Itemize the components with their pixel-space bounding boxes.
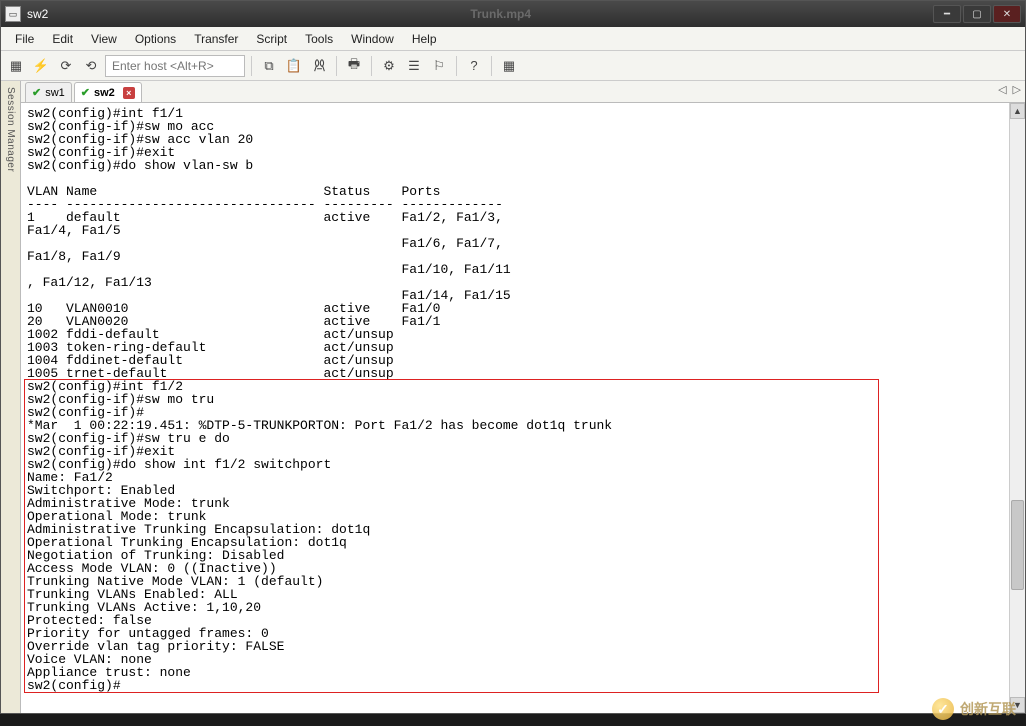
menu-file[interactable]: File [7, 29, 42, 49]
separator [491, 56, 492, 76]
menu-view[interactable]: View [83, 29, 125, 49]
app-icon: ▭ [5, 6, 21, 22]
tab-next-icon[interactable]: ▷ [1013, 83, 1021, 96]
new-session-icon[interactable]: ▦ [5, 55, 27, 77]
close-button[interactable]: ✕ [993, 5, 1021, 23]
window-center-caption: Trunk.mp4 [68, 7, 933, 21]
menu-tools[interactable]: Tools [297, 29, 341, 49]
script-icon[interactable]: ⚐ [428, 55, 450, 77]
find-icon[interactable] [308, 55, 330, 77]
menubar: FileEditViewOptionsTransferScriptToolsWi… [1, 27, 1025, 51]
host-input[interactable] [105, 55, 245, 77]
titlebar: ▭ sw2 Trunk.mp4 ━ ▢ ✕ [1, 1, 1025, 27]
separator [336, 56, 337, 76]
separator [456, 56, 457, 76]
connected-icon: ✔ [81, 86, 90, 99]
body: Session Manager ✔ sw1 ✔ sw2 × ◁ ▷ sw2(config… [1, 81, 1025, 713]
connected-icon: ✔ [32, 86, 41, 99]
scroll-thumb[interactable] [1011, 500, 1024, 590]
toolbar: ▦ ⚡ ⟳ ⟲ ⧉ 📋 🖶 ⚙ ☰ ⚐ ? ▦ [1, 51, 1025, 81]
scroll-down-icon[interactable]: ▼ [1010, 697, 1025, 713]
menu-script[interactable]: Script [248, 29, 295, 49]
menu-help[interactable]: Help [404, 29, 445, 49]
scroll-track[interactable] [1010, 119, 1025, 697]
tabbar: ✔ sw1 ✔ sw2 × ◁ ▷ [21, 81, 1025, 103]
tile-icon[interactable]: ▦ [498, 55, 520, 77]
window-controls: ━ ▢ ✕ [933, 5, 1021, 23]
scroll-up-icon[interactable]: ▲ [1010, 103, 1025, 119]
copy-icon[interactable]: ⧉ [258, 55, 280, 77]
session-manager-panel[interactable]: Session Manager [1, 81, 21, 713]
session-manager-label: Session Manager [5, 87, 16, 172]
separator [371, 56, 372, 76]
minimize-button[interactable]: ━ [933, 5, 961, 23]
reconnect-all-icon[interactable]: ⟲ [80, 55, 102, 77]
settings-icon[interactable]: ⚙ [378, 55, 400, 77]
paste-icon[interactable]: 📋 [283, 55, 305, 77]
print-icon[interactable]: 🖶 [343, 55, 365, 77]
tab-nav: ◁ ▷ [998, 83, 1021, 96]
quick-connect-icon[interactable]: ⚡ [30, 55, 52, 77]
tab-sw2[interactable]: ✔ sw2 × [74, 82, 142, 102]
tab-label: sw1 [45, 87, 65, 99]
tab-close-icon[interactable]: × [123, 87, 135, 99]
menu-options[interactable]: Options [127, 29, 184, 49]
maximize-button[interactable]: ▢ [963, 5, 991, 23]
tab-prev-icon[interactable]: ◁ [998, 83, 1006, 96]
separator [251, 56, 252, 76]
menu-edit[interactable]: Edit [44, 29, 81, 49]
help-icon[interactable]: ? [463, 55, 485, 77]
tab-label: sw2 [94, 87, 115, 99]
tab-sw1[interactable]: ✔ sw1 [25, 82, 72, 102]
reconnect-icon[interactable]: ⟳ [55, 55, 77, 77]
terminal-pane: sw2(config)#int f1/1 sw2(config-if)#sw m… [21, 103, 1025, 713]
menu-transfer[interactable]: Transfer [186, 29, 246, 49]
app-window: ▭ sw2 Trunk.mp4 ━ ▢ ✕ FileEditViewOption… [0, 0, 1026, 714]
main-area: ✔ sw1 ✔ sw2 × ◁ ▷ sw2(config)#int f1/1 sw2(c… [21, 81, 1025, 713]
terminal-output[interactable]: sw2(config)#int f1/1 sw2(config-if)#sw m… [21, 103, 1009, 713]
menu-window[interactable]: Window [343, 29, 402, 49]
session-options-icon[interactable]: ☰ [403, 55, 425, 77]
window-title: sw2 [27, 7, 48, 21]
vertical-scrollbar[interactable]: ▲ ▼ [1009, 103, 1025, 713]
